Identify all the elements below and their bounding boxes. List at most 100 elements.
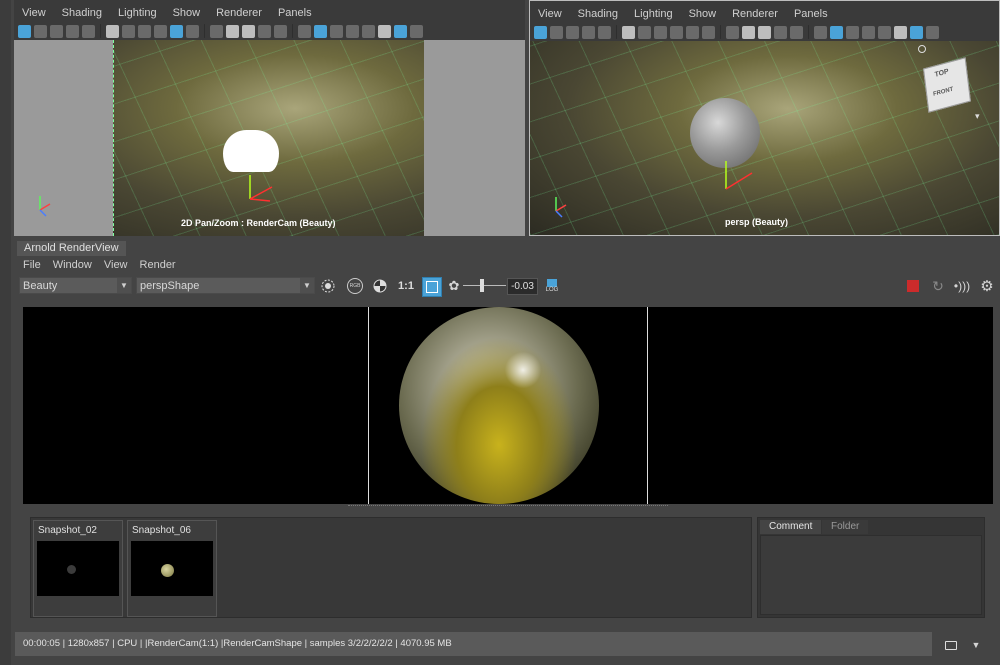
menu-view[interactable]: View: [14, 4, 54, 22]
image-plane-icon[interactable]: [66, 24, 79, 38]
field-chart-icon[interactable]: [670, 25, 683, 39]
field-chart-icon[interactable]: [154, 24, 167, 38]
camera-select[interactable]: perspShape ▼: [136, 277, 315, 294]
select-camera-icon[interactable]: [18, 24, 31, 38]
menu-renderer[interactable]: Renderer: [724, 5, 786, 23]
viewport-rendercam[interactable]: View Shading Lighting Show Renderer Pane…: [14, 0, 525, 236]
bookmark-icon[interactable]: [50, 24, 63, 38]
lock-camera-icon[interactable]: [550, 25, 563, 39]
rgb-channel-button[interactable]: RGB: [346, 277, 364, 295]
viewport-scene[interactable]: TOP FRONT ▾ persp (Beauty): [530, 41, 999, 235]
menu-renderer[interactable]: Renderer: [208, 4, 270, 22]
ipr-button[interactable]: •))): [953, 277, 971, 295]
snapshot-item[interactable]: Snapshot_02: [33, 520, 123, 617]
menu-shading[interactable]: Shading: [570, 5, 626, 23]
film-icon[interactable]: [598, 25, 611, 39]
smooth-shade-icon[interactable]: [314, 24, 327, 38]
menu-show[interactable]: Show: [165, 4, 209, 22]
menu-shading[interactable]: Shading: [54, 4, 110, 22]
image-plane-icon[interactable]: [582, 25, 595, 39]
resolution-gate-icon[interactable]: [638, 25, 651, 39]
xray-icon[interactable]: [926, 25, 939, 39]
gate-mask-icon[interactable]: [242, 24, 255, 38]
refresh-render-button[interactable]: ↻: [929, 277, 947, 295]
menu-show[interactable]: Show: [681, 5, 725, 23]
exposure-slider-handle[interactable]: [480, 279, 485, 292]
menu-view[interactable]: View: [98, 258, 134, 272]
isolate-select-icon[interactable]: [394, 24, 407, 38]
camera-icon: [945, 640, 957, 650]
settings-button[interactable]: ⚙: [978, 277, 996, 295]
exposure-slider[interactable]: [463, 279, 506, 292]
exposure-reset-button[interactable]: ✿: [445, 277, 463, 295]
menu-render[interactable]: Render: [134, 258, 182, 272]
resolution-gate-icon[interactable]: [122, 24, 135, 38]
safe-title-icon[interactable]: [274, 24, 287, 38]
snapshot-thumbnail: [131, 541, 213, 596]
renderview-title-tab[interactable]: Arnold RenderView: [17, 241, 126, 256]
status-menu-button[interactable]: ▼: [967, 636, 985, 654]
wireframe-on-shaded-icon[interactable]: [846, 25, 859, 39]
wireframe-icon[interactable]: [298, 24, 311, 38]
camera-icon[interactable]: [622, 25, 635, 39]
isolate-select-icon[interactable]: [910, 25, 923, 39]
film-icon[interactable]: [82, 24, 95, 38]
xray-icon[interactable]: [410, 24, 423, 38]
shadows-icon[interactable]: [894, 25, 907, 39]
pan-zoom-icon[interactable]: [686, 25, 699, 39]
menu-panels[interactable]: Panels: [786, 5, 836, 23]
viewport-menu-bar: View Shading Lighting Show Renderer Pane…: [530, 5, 836, 23]
viewcube-menu-icon[interactable]: ▾: [975, 111, 980, 122]
comment-textarea[interactable]: [760, 535, 982, 615]
safe-action-icon[interactable]: [138, 24, 151, 38]
safe-action-icon[interactable]: [654, 25, 667, 39]
tab-comment[interactable]: Comment: [760, 520, 822, 534]
wireframe-on-shaded-icon[interactable]: [330, 24, 343, 38]
pan-zoom-icon[interactable]: [170, 24, 183, 38]
shadows-icon[interactable]: [378, 24, 391, 38]
splitter-handle[interactable]: [348, 505, 668, 508]
textured-icon[interactable]: [862, 25, 875, 39]
lights-icon[interactable]: [878, 25, 891, 39]
viewport-scene[interactable]: 2D Pan/Zoom : RenderCam (Beauty): [14, 40, 525, 236]
exposure-value-field[interactable]: -0.03: [507, 278, 538, 295]
lock-camera-icon[interactable]: [34, 24, 47, 38]
stop-render-button[interactable]: [904, 277, 922, 295]
grease-pencil-icon[interactable]: [186, 24, 199, 38]
wireframe-icon[interactable]: [814, 25, 827, 39]
menu-panels[interactable]: Panels: [270, 4, 320, 22]
menu-lighting[interactable]: Lighting: [110, 4, 165, 22]
lights-icon[interactable]: [362, 24, 375, 38]
menu-window[interactable]: Window: [47, 258, 98, 272]
menu-file[interactable]: File: [17, 258, 47, 272]
safe-title-icon[interactable]: [790, 25, 803, 39]
snapshot-camera-button[interactable]: [942, 636, 960, 654]
menu-lighting[interactable]: Lighting: [626, 5, 681, 23]
grid-icon[interactable]: [210, 24, 223, 38]
snapshot-item[interactable]: Snapshot_06: [127, 520, 217, 617]
bookmark-icon[interactable]: [566, 25, 579, 39]
film-gate-icon[interactable]: [742, 25, 755, 39]
tab-folder[interactable]: Folder: [822, 520, 869, 534]
smooth-shade-icon[interactable]: [830, 25, 843, 39]
viewport-persp[interactable]: View Shading Lighting Show Renderer Pane…: [529, 0, 1000, 236]
home-icon[interactable]: [918, 45, 926, 53]
film-gate-icon[interactable]: [226, 24, 239, 38]
select-camera-icon[interactable]: [534, 25, 547, 39]
field-icon[interactable]: [258, 24, 271, 38]
camera-icon[interactable]: [106, 24, 119, 38]
grease-pencil-icon[interactable]: [702, 25, 715, 39]
zoom-1to1-button[interactable]: 1:1: [395, 277, 417, 295]
menu-view[interactable]: View: [530, 5, 570, 23]
grid-icon[interactable]: [726, 25, 739, 39]
alpha-channel-button[interactable]: [371, 277, 389, 295]
gate-mask-icon[interactable]: [758, 25, 771, 39]
textured-icon[interactable]: [346, 24, 359, 38]
crop-region-button[interactable]: [319, 277, 337, 295]
fit-frame-button[interactable]: [422, 277, 442, 297]
render-image-area[interactable]: [23, 307, 993, 504]
viewcube[interactable]: TOP FRONT: [923, 57, 971, 113]
field-icon[interactable]: [774, 25, 787, 39]
aov-select[interactable]: Beauty ▼: [19, 277, 132, 294]
log-button[interactable]: LOG: [542, 277, 562, 295]
